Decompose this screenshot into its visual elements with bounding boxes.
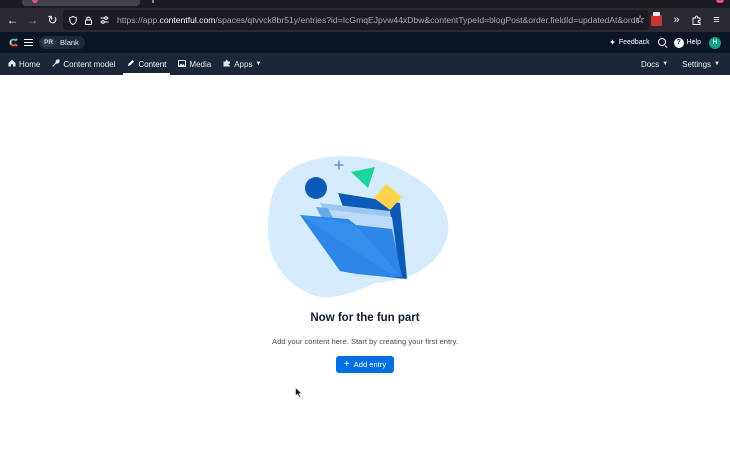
browser-tab-strip — [0, 0, 730, 8]
chevron-down-icon: ▼ — [255, 61, 262, 67]
recording-indicator — [716, 0, 724, 3]
browser-toolbar: ← → ↻ https://app.contentful.com/spaces/… — [0, 8, 730, 32]
content-area: Now for the fun part Add your content he… — [0, 75, 730, 460]
empty-state-title: Now for the fun part — [310, 312, 420, 324]
url-prefix: https://app. — [117, 15, 160, 25]
browser-tab[interactable] — [22, 0, 140, 6]
empty-folder-illustration — [264, 153, 454, 301]
url-domain: contentful.com — [159, 15, 216, 25]
nav-item-content[interactable]: Content — [123, 53, 171, 75]
extensions-puzzle-icon[interactable] — [687, 11, 706, 30]
contentful-logo-icon[interactable] — [8, 37, 19, 48]
nav-item-label: Media — [189, 59, 212, 69]
tab-separator — [152, 0, 154, 3]
url-text[interactable]: https://app.contentful.com/spaces/qtvvck… — [117, 15, 639, 25]
nav-item-home[interactable]: Home — [4, 53, 44, 75]
url-path: /spaces/qtvvck8br51y/entries?id=IcGmqEJp… — [215, 15, 639, 25]
back-arrow-icon[interactable]: ← — [3, 11, 22, 30]
main-navigation: Home Content model Content Media Apps ▼ … — [0, 53, 730, 75]
nav-item-media[interactable]: Media — [174, 53, 215, 75]
nav-item-label: Settings — [682, 59, 712, 69]
nav-item-content-model[interactable]: Content model — [48, 53, 119, 75]
add-entry-label: Add entry — [353, 360, 387, 369]
feedback-button[interactable]: ✦ Feedback — [609, 38, 649, 47]
shield-icon[interactable] — [66, 14, 79, 27]
nav-item-label: Content — [138, 59, 167, 69]
bookmark-star-icon[interactable]: ☆ — [635, 13, 645, 26]
chevron-overflow-icon[interactable]: » — [667, 11, 686, 30]
forward-arrow-icon[interactable]: → — [23, 11, 42, 30]
image-icon — [178, 59, 187, 69]
browser-toolbar-right: » ≡ — [647, 8, 730, 32]
nav-item-settings[interactable]: Settings ▼ — [678, 60, 724, 69]
help-icon: ? — [673, 37, 684, 48]
help-button[interactable]: ? Help — [673, 37, 701, 48]
app-top-bar-right: ✦ Feedback ? Help H — [609, 32, 730, 53]
wrench-icon — [52, 59, 60, 69]
search-icon[interactable] — [657, 37, 668, 48]
home-icon — [8, 59, 16, 69]
chevron-down-icon: ▼ — [662, 61, 669, 67]
chevron-down-icon: ▼ — [714, 61, 720, 67]
extension-badge-icon[interactable] — [647, 11, 666, 30]
lock-icon[interactable] — [82, 14, 95, 27]
user-avatar[interactable]: H — [709, 36, 721, 49]
nav-item-label: Apps — [234, 59, 253, 69]
nav-item-apps[interactable]: Apps ▼ — [219, 53, 265, 75]
nav-item-docs[interactable]: Docs ▼ — [637, 60, 672, 69]
nav-item-label: Docs — [640, 59, 660, 69]
feedback-icon: ✦ — [609, 38, 616, 47]
add-entry-button[interactable]: + Add entry — [336, 356, 394, 373]
content-icon — [127, 59, 135, 69]
app-top-bar: PR Blank ✦ Feedback ? Help H — [0, 32, 730, 53]
menu-hamburger-icon[interactable]: ≡ — [707, 11, 726, 30]
puzzle-icon — [223, 59, 231, 69]
app-menu-icon[interactable] — [24, 39, 33, 46]
nav-item-label: Content model — [63, 59, 116, 69]
main-navigation-right: Docs ▼ Settings ▼ — [637, 53, 730, 75]
nav-item-label: Home — [19, 59, 41, 69]
empty-state-description: Add your content here. Start by creating… — [272, 337, 458, 346]
help-label: Help — [686, 39, 701, 46]
space-switcher[interactable]: PR Blank — [39, 36, 85, 49]
mouse-cursor-icon — [295, 387, 303, 398]
feedback-label: Feedback — [618, 39, 650, 46]
reload-icon[interactable]: ↻ — [43, 11, 62, 30]
space-initials: PR — [41, 38, 57, 47]
plus-icon: + — [343, 358, 350, 370]
url-bar[interactable]: https://app.contentful.com/spaces/qtvvck… — [63, 10, 649, 30]
space-name: Blank — [60, 38, 79, 47]
permissions-icon[interactable] — [98, 14, 111, 27]
